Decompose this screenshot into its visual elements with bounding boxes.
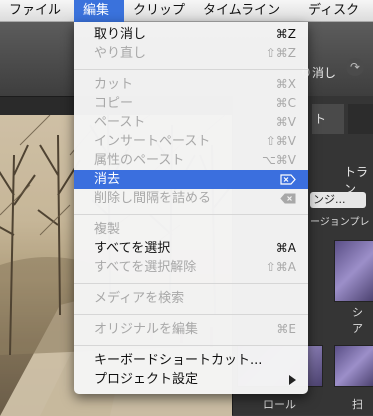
menu-item-copy[interactable]: コピー ⌘C bbox=[74, 94, 308, 113]
thumbnail-label: ロール bbox=[263, 398, 296, 411]
transition-thumbnail[interactable] bbox=[334, 240, 373, 302]
menu-clip[interactable]: クリップ bbox=[124, 0, 194, 22]
redo-icon[interactable]: ↷ bbox=[346, 58, 364, 76]
menu-item-find-media[interactable]: メディアを検索 bbox=[74, 289, 308, 308]
plugin-label: ージョンプレ bbox=[310, 217, 370, 228]
menu-item-select-all[interactable]: すべてを選択 ⌘A bbox=[74, 239, 308, 258]
menu-separator bbox=[74, 314, 308, 315]
menu-item-paste-attributes[interactable]: 属性のペースト ⌥⌘V bbox=[74, 151, 308, 170]
menu-item-paste[interactable]: ペースト ⌘V bbox=[74, 113, 308, 132]
edit-menu: 取り消し ⌘Z やり直し ⇧⌘Z カット ⌘X コピー ⌘C ペースト ⌘V イ… bbox=[74, 22, 308, 394]
menu-item-delete[interactable]: 消去 bbox=[74, 170, 308, 189]
submenu-arrow-icon bbox=[289, 375, 296, 385]
menu-separator bbox=[74, 345, 308, 346]
menu-item-keyboard-shortcuts[interactable]: キーボードショートカット... bbox=[74, 351, 308, 370]
menu-item-deselect-all[interactable]: すべてを選択解除 ⇧⌘A bbox=[74, 258, 308, 277]
menu-separator bbox=[74, 69, 308, 70]
thumbnail-label: 扫 bbox=[352, 398, 363, 411]
menu-separator bbox=[74, 283, 308, 284]
transition-thumbnail[interactable] bbox=[334, 345, 373, 387]
menu-separator bbox=[74, 214, 308, 215]
menu-edit[interactable]: 編集 bbox=[74, 0, 124, 22]
menu-bar: ファイル 編集 クリップ タイムライン ディスク bbox=[0, 0, 373, 22]
menu-item-duplicate[interactable]: 複製 bbox=[74, 220, 308, 239]
menu-item-project-settings[interactable]: プロジェクト設定 bbox=[74, 370, 308, 389]
menu-item-undo[interactable]: 取り消し ⌘Z bbox=[74, 25, 308, 44]
menu-item-ripple-delete[interactable]: 削除し間隔を詰める bbox=[74, 189, 308, 208]
menu-timeline[interactable]: タイムライン bbox=[194, 0, 289, 22]
panel-tab[interactable]: ト bbox=[312, 104, 344, 134]
delete-backward-icon bbox=[280, 189, 296, 208]
menu-item-insert-paste[interactable]: インサートペースト ⇧⌘V bbox=[74, 132, 308, 151]
menu-item-edit-original[interactable]: オリジナルを編集 ⌘E bbox=[74, 320, 308, 339]
menu-item-redo[interactable]: やり直し ⇧⌘Z bbox=[74, 44, 308, 63]
menu-file[interactable]: ファイル bbox=[0, 0, 70, 22]
delete-forward-icon bbox=[280, 170, 296, 189]
menu-item-cut[interactable]: カット ⌘X bbox=[74, 75, 308, 94]
transition-dropdown[interactable]: ンジ... bbox=[310, 192, 366, 208]
panel-tab-2[interactable] bbox=[348, 104, 373, 134]
menu-disc[interactable]: ディスク bbox=[299, 0, 368, 22]
thumbnail-label: シア bbox=[352, 306, 363, 335]
transition-dropdown-value: ンジ... bbox=[313, 193, 346, 206]
